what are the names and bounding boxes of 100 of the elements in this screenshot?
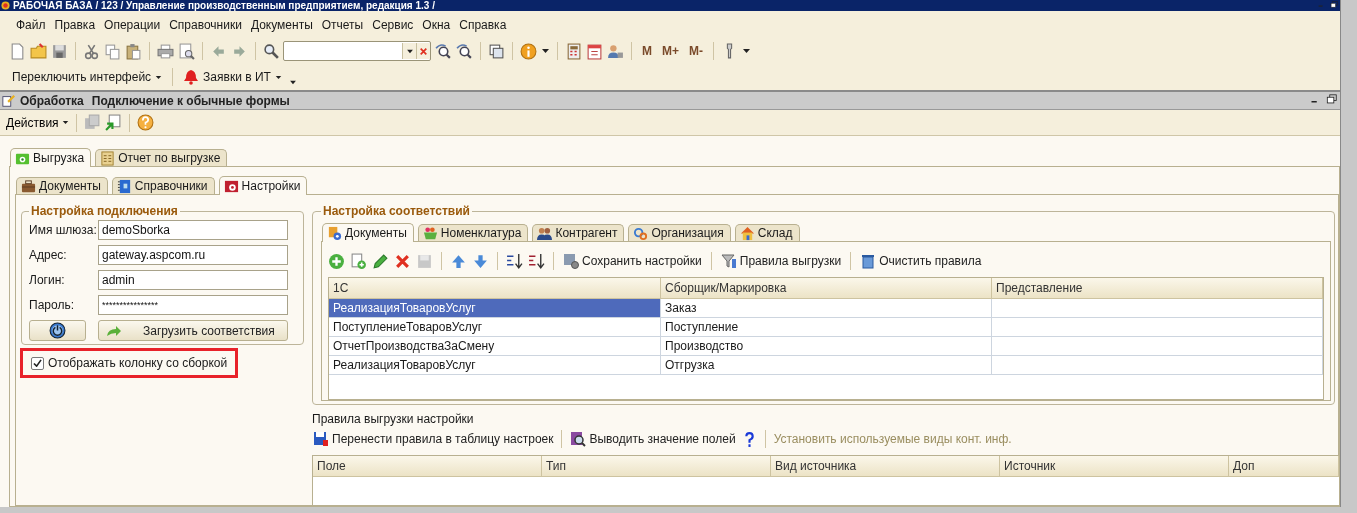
table-cell: Заказ — [661, 299, 992, 318]
sort-ascending-icon[interactable] — [506, 252, 523, 270]
windows-icon[interactable] — [488, 42, 505, 60]
save-icon[interactable] — [51, 42, 68, 60]
document-arrow-icon[interactable] — [104, 114, 122, 131]
cut-icon[interactable] — [83, 42, 100, 60]
power-icon — [49, 322, 66, 339]
column-header[interactable]: Доп — [1229, 456, 1339, 477]
input-field[interactable]: gateway.aspcom.ru — [98, 245, 288, 265]
search-icon[interactable] — [263, 42, 280, 60]
password-field[interactable]: **************** — [98, 295, 288, 315]
menu-item[interactable]: Справочники — [164, 15, 247, 34]
copy-add-icon[interactable] — [350, 252, 367, 270]
find-next-icon[interactable] — [435, 42, 452, 60]
calendar-icon[interactable] — [586, 42, 603, 60]
arrow-down-icon[interactable] — [472, 252, 489, 270]
copy-icon[interactable] — [104, 42, 121, 60]
menu-item[interactable]: Правка — [49, 15, 101, 34]
new-document-icon[interactable] — [9, 42, 26, 60]
column-header[interactable]: Поле — [313, 456, 542, 477]
field-label: Адрес: — [29, 248, 68, 262]
form-title: Подключение к обычные формы — [91, 93, 290, 108]
clear-icon[interactable] — [419, 46, 428, 56]
tab[interactable]: Контрагент — [532, 224, 625, 241]
menu-item[interactable]: Файл — [11, 15, 51, 34]
toolbar-button[interactable]: Выводить значение полей — [569, 431, 737, 447]
memory-button[interactable]: M — [639, 44, 655, 58]
table-cell[interactable]: РеализацияТоваровУслуг — [329, 299, 661, 318]
table-cell[interactable]: РеализацияТоваровУслуг — [329, 356, 661, 375]
search-field[interactable] — [283, 41, 431, 61]
caret-icon[interactable] — [742, 48, 751, 54]
pencil-icon[interactable] — [372, 252, 389, 270]
column-header[interactable]: Сборщик/Маркировка — [661, 278, 992, 299]
field-label: Логин: — [29, 273, 66, 287]
column-header[interactable]: 1С — [329, 278, 661, 299]
delete-icon[interactable] — [394, 252, 411, 270]
checkbox-label: Отображать колонку со сборкой — [48, 356, 228, 370]
tab[interactable]: Организация — [628, 224, 731, 241]
tab[interactable]: Выгрузка — [10, 148, 92, 167]
trash-icon — [860, 253, 877, 269]
restore-icon[interactable] — [1330, 1, 1340, 10]
arrow-up-icon[interactable] — [450, 252, 467, 270]
table-cell[interactable]: ПоступлениеТоваровУслуг — [329, 318, 661, 337]
window-title: РАБОЧАЯ БАЗА / 123 / Управление производственным предприятием, редакция 1.3 / — [13, 0, 435, 11]
column-header[interactable]: Источник — [1000, 456, 1229, 477]
table-cell: Отгрузка — [661, 356, 992, 375]
menu-item[interactable]: Сервис — [367, 15, 419, 34]
form-icon — [2, 93, 16, 108]
column-header[interactable]: Представление — [992, 278, 1323, 299]
menu-item[interactable]: Справка — [454, 15, 512, 34]
toolbar-button[interactable]: Очистить правила — [859, 253, 983, 269]
menu-item[interactable]: Операции — [99, 15, 166, 34]
calculator-icon[interactable] — [565, 42, 582, 60]
add-icon[interactable] — [328, 252, 345, 270]
table-cell: Производство — [661, 337, 992, 356]
logo-icon — [1, 1, 10, 10]
load-button[interactable]: Загрузить соответствия — [98, 320, 288, 341]
table-cell[interactable]: ОтчетПроизводстваЗаСмену — [329, 337, 661, 356]
tab[interactable]: Документы — [322, 223, 414, 242]
magnifier-icon — [570, 431, 587, 447]
column-header[interactable]: Вид источника — [771, 456, 1000, 477]
menu-button[interactable]: Переключить интерфейс — [10, 70, 165, 84]
input-field[interactable]: demoSborka — [98, 220, 288, 240]
tab[interactable]: Отчет по выгрузке — [95, 149, 228, 166]
menu-item[interactable]: Отчеты — [316, 15, 369, 34]
memory-button[interactable]: M+ — [659, 44, 682, 58]
restore-icon[interactable] — [1326, 94, 1340, 107]
group-title: Настройка соответствий — [322, 204, 471, 218]
info-icon[interactable] — [520, 42, 537, 60]
print-preview-icon[interactable] — [178, 42, 195, 60]
caret-icon[interactable] — [541, 48, 550, 54]
memory-button[interactable]: M- — [686, 44, 706, 58]
dropdown-icon[interactable] — [405, 48, 414, 54]
tab[interactable]: Документы — [16, 177, 108, 194]
menu-item[interactable]: Окна — [417, 15, 456, 34]
find-previous-icon[interactable] — [456, 42, 473, 60]
print-icon[interactable] — [157, 42, 174, 60]
user-icon[interactable] — [607, 42, 624, 60]
toolbar-button[interactable]: Сохранить настройки — [562, 253, 703, 269]
connect-button[interactable] — [29, 320, 86, 341]
menu-item[interactable]: Документы — [245, 15, 318, 34]
tab[interactable]: Настройки — [218, 176, 308, 195]
toolbar-button[interactable]: Правила выгрузки — [719, 253, 843, 269]
checkbox[interactable] — [31, 356, 44, 370]
report-icon — [100, 150, 116, 166]
toolbar-button[interactable]: Перенести правила в таблицу настроек — [312, 431, 555, 447]
actions-menu[interactable]: Действия — [6, 115, 69, 130]
alert-button[interactable]: Заявки в ИТ — [181, 69, 284, 85]
help-icon[interactable] — [136, 114, 154, 131]
tab[interactable]: Справочники — [111, 177, 215, 194]
tab[interactable]: Склад — [734, 224, 800, 241]
tab[interactable]: Номенклатура — [417, 224, 529, 241]
input-field[interactable]: admin — [98, 270, 288, 290]
house-icon — [739, 225, 755, 241]
sort-descending-icon[interactable] — [528, 252, 545, 270]
open-folder-icon[interactable] — [30, 42, 47, 60]
paste-icon[interactable] — [125, 42, 142, 60]
column-header[interactable]: Тип — [542, 456, 771, 477]
settings-folder-icon — [223, 178, 239, 194]
briefcase-icon — [21, 178, 36, 194]
